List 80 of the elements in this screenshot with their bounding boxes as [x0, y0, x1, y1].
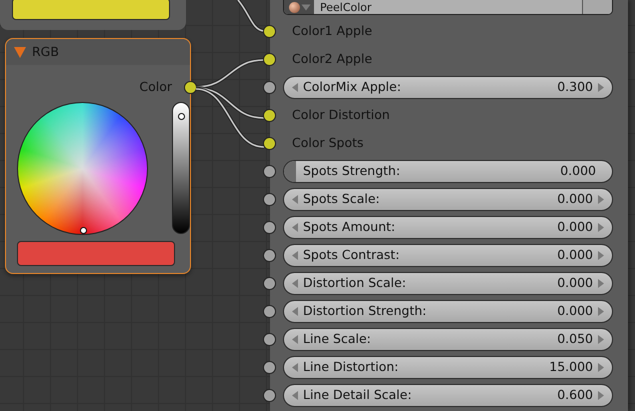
output-socket[interactable]: [184, 80, 197, 94]
socket-label: Color: [139, 78, 172, 96]
input-socket[interactable]: [263, 304, 276, 318]
number-field[interactable]: Line Detail Scale: 0.600: [283, 384, 613, 406]
input-socket[interactable]: [263, 80, 276, 94]
field-value: 0.000: [557, 218, 593, 236]
left-arrow-icon[interactable]: [292, 390, 298, 400]
field-label: Distortion Strength:: [303, 302, 428, 320]
field-value: 0.000: [557, 302, 593, 320]
field-value: 0.000: [557, 246, 593, 264]
right-arrow-icon[interactable]: [598, 222, 604, 232]
left-arrow-icon[interactable]: [292, 194, 298, 204]
number-field[interactable]: Line Distortion: 15.000: [283, 356, 613, 378]
field-value: 0.000: [557, 274, 593, 292]
number-field[interactable]: Distortion Strength: 0.000: [283, 300, 613, 322]
field-label: Spots Amount:: [303, 218, 396, 236]
field-label: Line Detail Scale:: [303, 386, 413, 404]
number-field[interactable]: Distortion Scale: 0.000: [283, 272, 613, 294]
right-arrow-icon[interactable]: [598, 194, 604, 204]
slider-field[interactable]: Spots Strength: 0.000: [283, 160, 613, 182]
right-arrow-icon[interactable]: [598, 82, 604, 92]
field-label: Spots Strength:: [303, 162, 402, 180]
right-arrow-icon[interactable]: [598, 278, 604, 288]
right-arrow-icon[interactable]: [598, 250, 604, 260]
input-socket[interactable]: [263, 24, 276, 38]
number-field[interactable]: Line Scale: 0.050: [283, 328, 613, 350]
input-socket[interactable]: [263, 220, 276, 234]
number-field[interactable]: Spots Contrast: 0.000: [283, 244, 613, 266]
field-label: Spots Scale:: [303, 190, 381, 208]
field-label: Spots Contrast:: [303, 246, 401, 264]
input-socket[interactable]: [263, 108, 276, 122]
right-arrow-icon[interactable]: [598, 306, 604, 316]
field-label: Line Scale:: [303, 330, 372, 348]
field-label: ColorMix Apple:: [303, 78, 402, 96]
node-title: RGB: [32, 42, 59, 61]
input-socket[interactable]: [263, 136, 276, 150]
input-socket[interactable]: [263, 360, 276, 374]
field-value: 15.000: [549, 358, 593, 376]
socket-label: Color Distortion: [291, 106, 390, 124]
color-swatch[interactable]: [12, 0, 170, 20]
dropdown-caret-icon[interactable]: [302, 4, 310, 10]
node-link: [236, 0, 264, 33]
input-socket[interactable]: [263, 192, 276, 206]
input-socket[interactable]: [263, 276, 276, 290]
left-arrow-icon[interactable]: [292, 222, 298, 232]
input-socket[interactable]: [263, 164, 276, 178]
left-arrow-icon[interactable]: [292, 250, 298, 260]
material-sphere-icon: [289, 2, 300, 12]
field-value: 0.600: [557, 386, 593, 404]
field-value: 0.000: [560, 162, 596, 180]
value-handle[interactable]: [178, 113, 186, 120]
right-arrow-icon[interactable]: [598, 362, 604, 372]
picker-dot[interactable]: [80, 227, 87, 234]
field-value: 0.000: [557, 190, 593, 208]
left-arrow-icon[interactable]: [292, 334, 298, 344]
datablock-name: PeelColor: [319, 0, 373, 14]
input-socket[interactable]: [263, 52, 276, 66]
datablock-selector[interactable]: PeelColor: [283, 0, 613, 15]
value-slider[interactable]: [172, 102, 190, 234]
right-arrow-icon[interactable]: [598, 390, 604, 400]
field-label: Line Distortion:: [303, 358, 400, 376]
left-arrow-icon[interactable]: [292, 362, 298, 372]
socket-label: Color2 Apple: [291, 50, 372, 68]
left-arrow-icon[interactable]: [292, 306, 298, 316]
input-socket[interactable]: [263, 332, 276, 346]
right-arrow-icon[interactable]: [598, 334, 604, 344]
number-field[interactable]: Spots Amount: 0.000: [283, 216, 613, 238]
socket-label: Color1 Apple: [291, 22, 372, 40]
field-value: 0.300: [557, 78, 593, 96]
field-value: 0.050: [557, 330, 593, 348]
number-field[interactable]: ColorMix Apple: 0.300: [283, 76, 613, 98]
field-label: Distortion Scale:: [303, 274, 408, 292]
left-arrow-icon[interactable]: [292, 278, 298, 288]
socket-label: Color Spots: [291, 134, 364, 152]
collapse-triangle-icon[interactable]: [14, 46, 26, 58]
input-socket[interactable]: [263, 388, 276, 402]
number-field[interactable]: Spots Scale: 0.000: [283, 188, 613, 210]
color-swatch[interactable]: [17, 241, 175, 266]
left-arrow-icon[interactable]: [292, 82, 298, 92]
input-socket[interactable]: [263, 248, 276, 262]
